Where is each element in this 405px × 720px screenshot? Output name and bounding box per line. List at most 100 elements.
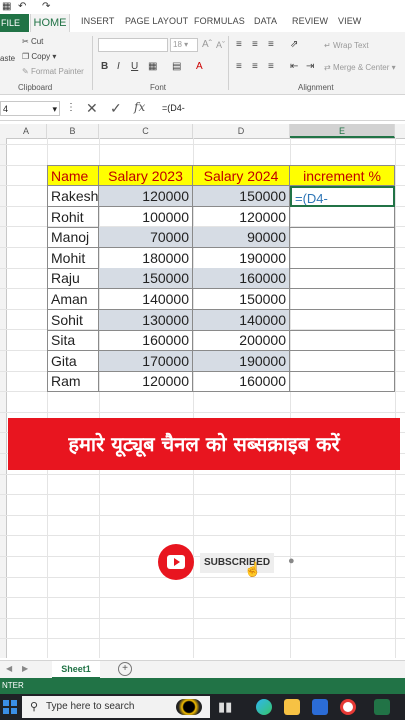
store-icon[interactable] (312, 699, 328, 715)
cut-button[interactable]: ✂ Cut (22, 37, 43, 46)
cell-inc[interactable] (290, 227, 395, 248)
cell-s2023[interactable]: 160000 (99, 330, 193, 351)
align-right-icon[interactable]: ≡ (268, 61, 274, 72)
align-center-icon[interactable]: ≡ (252, 61, 258, 72)
cell-name[interactable]: Manoj (47, 227, 99, 248)
chrome-icon[interactable] (340, 699, 356, 715)
scroll-left-icon[interactable]: ◀ (6, 664, 12, 673)
tab-home[interactable]: HOME (30, 14, 70, 32)
cell-name[interactable]: Raju (47, 268, 99, 289)
cell-inc[interactable] (290, 330, 395, 351)
cell-name[interactable]: Gita (47, 351, 99, 372)
excel-taskbar-icon[interactable] (374, 699, 390, 715)
tab-page-layout[interactable]: PAGE LAYOUT (125, 16, 188, 26)
tab-review[interactable]: REVIEW (292, 16, 328, 26)
italic-button[interactable]: I (117, 61, 120, 72)
font-color-button[interactable]: A (196, 61, 203, 72)
cell-s2023[interactable]: 170000 (99, 351, 193, 372)
cell-s2023[interactable]: 150000 (99, 268, 193, 289)
font-size-field[interactable]: 18 ▾ (170, 38, 198, 52)
tab-formulas[interactable]: FORMULAS (194, 16, 245, 26)
top-align-icon[interactable]: ≡ (236, 39, 242, 50)
file-explorer-icon[interactable] (284, 699, 300, 715)
header-salary-2023[interactable]: Salary 2023 (99, 165, 193, 186)
youtube-logo-icon[interactable] (158, 544, 194, 580)
outdent-icon[interactable]: ⇥ (306, 61, 314, 72)
cell-s2024[interactable]: 120000 (193, 207, 290, 228)
merge-center-button[interactable]: ⇄ Merge & Center ▾ (324, 63, 396, 72)
cell-s2023[interactable]: 140000 (99, 289, 193, 310)
save-icon[interactable]: ▦ (2, 1, 11, 12)
cell-s2024[interactable]: 160000 (193, 268, 290, 289)
underline-button[interactable]: U (131, 61, 138, 72)
cell-inc[interactable] (290, 248, 395, 269)
taskbar-search-input[interactable]: ⚲ Type here to search (22, 696, 210, 718)
cell-s2024[interactable]: 200000 (193, 330, 290, 351)
cell-s2024[interactable]: 150000 (193, 186, 290, 207)
shrink-font-button[interactable]: Aˇ (216, 40, 225, 50)
format-painter-button[interactable]: ✎ Format Painter (22, 67, 84, 76)
cell-s2024[interactable]: 160000 (193, 371, 290, 392)
orientation-icon[interactable]: ⇗ (290, 39, 298, 50)
cell-name[interactable]: Sita (47, 330, 99, 351)
cell-inc[interactable] (290, 207, 395, 228)
insert-function-button[interactable]: fx (134, 100, 145, 114)
cell-s2024[interactable]: 90000 (193, 227, 290, 248)
cell-s2023[interactable]: 120000 (99, 186, 193, 207)
paste-label[interactable]: aste (0, 54, 15, 63)
edge-icon[interactable] (256, 699, 272, 715)
cell-s2024[interactable]: 150000 (193, 289, 290, 310)
header-increment[interactable]: increment % (290, 165, 395, 186)
cell-s2023[interactable]: 70000 (99, 227, 193, 248)
cell-s2024[interactable]: 190000 (193, 351, 290, 372)
formula-input[interactable]: =(D4- (158, 101, 405, 116)
enter-icon[interactable]: ✓ (110, 100, 122, 117)
windows-start-icon[interactable] (3, 700, 17, 714)
cell-inc[interactable] (290, 289, 395, 310)
column-header-b[interactable]: B (47, 124, 99, 138)
cell-name[interactable]: Mohit (47, 248, 99, 269)
cell-name[interactable]: Ram (47, 371, 99, 392)
cell-inc[interactable] (290, 310, 395, 331)
header-salary-2024[interactable]: Salary 2024 (193, 165, 290, 186)
wrap-text-button[interactable]: ↵ Wrap Text (324, 41, 369, 50)
middle-align-icon[interactable]: ≡ (252, 39, 258, 50)
undo-icon[interactable]: ↶ (18, 1, 26, 12)
bold-button[interactable]: B (101, 61, 108, 72)
redo-icon[interactable]: ↷ (42, 1, 50, 12)
cell-inc[interactable] (290, 371, 395, 392)
borders-icon[interactable]: ▦ (148, 61, 157, 72)
indent-icon[interactable]: ⇤ (290, 61, 298, 72)
grow-font-button[interactable]: Aˆ (202, 39, 212, 50)
add-sheet-icon[interactable]: + (118, 662, 132, 676)
cell-name[interactable]: Rohit (47, 207, 99, 228)
column-header-d[interactable]: D (193, 124, 290, 138)
name-box[interactable]: 4 ▾ (0, 101, 60, 116)
sheet-tab-sheet1[interactable]: Sheet1 (52, 661, 100, 679)
cell-s2023[interactable]: 100000 (99, 207, 193, 228)
cell-s2024[interactable]: 140000 (193, 310, 290, 331)
cell-inc[interactable] (290, 268, 395, 289)
cell-inc[interactable]: =(D4- (290, 186, 395, 207)
tab-insert[interactable]: INSERT (81, 16, 114, 26)
font-name-field[interactable] (98, 38, 168, 52)
cell-s2023[interactable]: 130000 (99, 310, 193, 331)
copy-button[interactable]: ❐ Copy ▾ (22, 52, 56, 61)
tab-view[interactable]: VIEW (338, 16, 361, 26)
column-header-c[interactable]: C (99, 124, 193, 138)
cancel-icon[interactable]: ✕ (86, 100, 98, 117)
tab-file[interactable]: FILE (0, 14, 29, 32)
task-view-icon[interactable]: ▮▮ (218, 699, 234, 715)
cell-s2023[interactable]: 120000 (99, 371, 193, 392)
cell-name[interactable]: Aman (47, 289, 99, 310)
align-left-icon[interactable]: ≡ (236, 61, 242, 72)
cell-inc[interactable] (290, 351, 395, 372)
bottom-align-icon[interactable]: ≡ (268, 39, 274, 50)
fill-color-icon[interactable]: ▤ (172, 61, 181, 72)
column-header-e[interactable]: E (290, 124, 395, 138)
tab-data[interactable]: DATA (254, 16, 277, 26)
subscribe-button[interactable]: SUBSCRIBED (200, 553, 274, 573)
cell-s2024[interactable]: 190000 (193, 248, 290, 269)
bell-icon[interactable]: ● (288, 555, 295, 567)
cell-name[interactable]: Sohit (47, 310, 99, 331)
